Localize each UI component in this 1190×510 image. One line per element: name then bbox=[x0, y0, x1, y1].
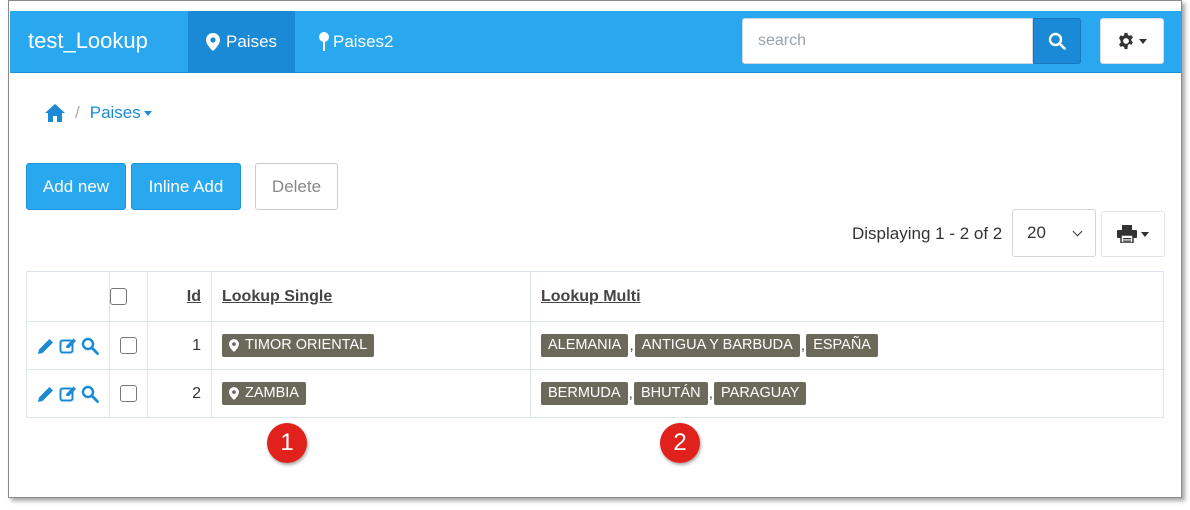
lookup-multi-tag: ANTIGUA Y BARBUDA bbox=[634, 334, 800, 357]
delete-button[interactable]: Delete bbox=[255, 163, 338, 210]
page-size-select[interactable]: 20 bbox=[1012, 209, 1096, 257]
breadcrumb-paises-dropdown[interactable]: Paises bbox=[90, 103, 152, 123]
search-icon bbox=[1048, 32, 1066, 50]
lookup-multi-tag: BHUTÁN bbox=[633, 382, 708, 405]
row-select-cell bbox=[109, 369, 148, 418]
id-header-label: Id bbox=[186, 287, 201, 305]
printer-icon bbox=[1117, 225, 1137, 243]
tag-separator: , bbox=[628, 384, 633, 402]
lookup-multi-tag: PARAGUAY bbox=[714, 382, 807, 405]
row-checkbox[interactable] bbox=[120, 384, 137, 402]
lookup-multi-cell: ALEMANIA, ANTIGUA Y BARBUDA, ESPAÑA bbox=[530, 321, 1164, 370]
select-all-checkbox[interactable] bbox=[110, 287, 127, 305]
select-all-header bbox=[109, 271, 148, 322]
row-actions bbox=[26, 369, 110, 418]
chevron-down-icon bbox=[143, 110, 152, 116]
lookup-single-cell: ZAMBIA bbox=[211, 369, 531, 418]
search-button[interactable] bbox=[1033, 18, 1081, 64]
table-row: 1 TIMOR ORIENTAL ALEMANIA, ANTIGUA Y BARB… bbox=[26, 321, 1164, 370]
row-actions bbox=[26, 321, 110, 370]
chevron-down-icon bbox=[1072, 226, 1083, 236]
tag-separator: , bbox=[708, 384, 714, 402]
breadcrumb-separator: / bbox=[75, 103, 80, 122]
top-navbar: test_Lookup Paises Paises2 bbox=[10, 11, 1181, 73]
table-header-row: Id Lookup Single Lookup Multi bbox=[26, 271, 1164, 322]
id-header[interactable]: Id bbox=[147, 271, 212, 322]
lookup-multi-header-label: Lookup Multi bbox=[541, 287, 641, 305]
edit-pencil-icon[interactable] bbox=[37, 385, 55, 403]
chevron-down-icon bbox=[1139, 38, 1147, 44]
gear-icon bbox=[1119, 32, 1133, 50]
chevron-down-icon bbox=[1141, 231, 1149, 237]
tag-separator: , bbox=[629, 336, 634, 354]
tab-paises2[interactable]: Paises2 bbox=[300, 11, 411, 73]
app-title[interactable]: test_Lookup bbox=[28, 28, 148, 54]
actions-header bbox=[26, 271, 110, 322]
settings-menu-button[interactable] bbox=[1100, 18, 1164, 64]
edit-pencil-icon[interactable] bbox=[37, 337, 55, 355]
lookup-multi-tag: ESPAÑA bbox=[806, 334, 878, 357]
records-table: Id Lookup Single Lookup Multi 1 TIMOR OR… bbox=[26, 271, 1164, 418]
id-cell: 2 bbox=[147, 369, 212, 418]
tab-paises2-label: Paises2 bbox=[333, 32, 394, 51]
pagination-summary: Displaying 1 - 2 of 2 bbox=[852, 224, 1003, 243]
lookup-single-value: ZAMBIA bbox=[245, 385, 299, 401]
lookup-multi-header[interactable]: Lookup Multi bbox=[530, 271, 1164, 322]
row-select-cell bbox=[109, 321, 148, 370]
breadcrumb: / Paises bbox=[45, 103, 152, 123]
lookup-single-tag: ZAMBIA bbox=[222, 382, 306, 405]
edit-inline-icon[interactable] bbox=[59, 385, 77, 403]
edit-inline-icon[interactable] bbox=[59, 337, 77, 355]
lookup-multi-cell: BERMUDA, BHUTÁN, PARAGUAY bbox=[530, 369, 1164, 418]
print-menu-button[interactable] bbox=[1101, 211, 1165, 257]
row-checkbox[interactable] bbox=[120, 336, 137, 354]
search-input[interactable] bbox=[742, 18, 1033, 64]
page-size-value: 20 bbox=[1027, 223, 1046, 242]
lookup-single-cell: TIMOR ORIENTAL bbox=[211, 321, 531, 370]
view-magnifier-icon[interactable] bbox=[81, 337, 99, 355]
id-cell: 1 bbox=[147, 321, 212, 370]
lookup-single-header-label: Lookup Single bbox=[222, 287, 333, 305]
map-marker-icon bbox=[229, 387, 239, 400]
table-row: 2 ZAMBIA BERMUDA, BHUTÁN, PARAGUAY bbox=[26, 369, 1164, 418]
search-group bbox=[742, 18, 1081, 64]
annotation-marker-2: 2 bbox=[660, 423, 700, 463]
map-marker-icon bbox=[206, 33, 220, 51]
lookup-single-tag: TIMOR ORIENTAL bbox=[222, 334, 375, 357]
tab-paises[interactable]: Paises bbox=[188, 11, 296, 73]
view-magnifier-icon[interactable] bbox=[81, 385, 99, 403]
lookup-single-header[interactable]: Lookup Single bbox=[211, 271, 531, 322]
lookup-single-value: TIMOR ORIENTAL bbox=[245, 337, 368, 353]
annotation-marker-1: 1 bbox=[267, 423, 307, 463]
lookup-multi-tag: BERMUDA bbox=[541, 382, 628, 405]
add-new-button[interactable]: Add new bbox=[26, 163, 126, 210]
home-icon[interactable] bbox=[45, 104, 65, 122]
tag-separator: , bbox=[800, 336, 806, 354]
lookup-multi-tag: ALEMANIA bbox=[541, 334, 629, 357]
breadcrumb-current-label: Paises bbox=[89, 103, 141, 122]
pushpin-icon bbox=[319, 32, 329, 51]
map-marker-icon bbox=[229, 339, 239, 352]
app-window: test_Lookup Paises Paises2 / Paises Add … bbox=[8, 0, 1182, 498]
tab-paises-label: Paises bbox=[226, 32, 278, 51]
inline-add-button[interactable]: Inline Add bbox=[131, 163, 241, 210]
